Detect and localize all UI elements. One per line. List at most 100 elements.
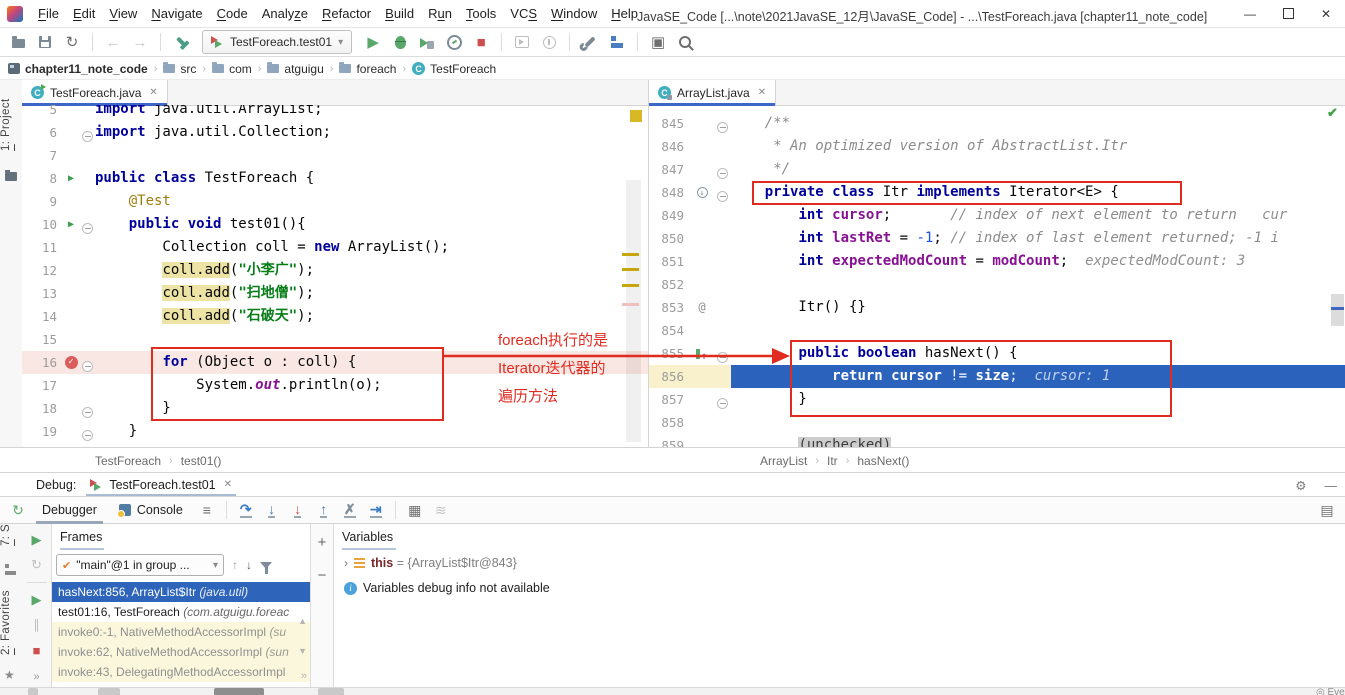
remove-watch-icon[interactable]: − bbox=[318, 567, 327, 584]
breakpoint-icon[interactable]: ✓ bbox=[64, 356, 78, 369]
fold-icon[interactable] bbox=[717, 191, 728, 202]
breadcrumb-item-atguigu[interactable]: atguigu bbox=[267, 61, 324, 76]
layout-menu-icon[interactable]: ≡ bbox=[195, 499, 219, 521]
run-method-icon[interactable]: ▶ bbox=[68, 167, 74, 190]
expander-icon[interactable]: › bbox=[344, 556, 348, 570]
code-line-851[interactable]: 851 int expectedModCount = modCount; exp… bbox=[649, 250, 1345, 273]
forward-icon[interactable]: → bbox=[128, 31, 152, 53]
code-line-19[interactable]: 19 } bbox=[22, 420, 648, 443]
menu-analyze[interactable]: Analyze bbox=[255, 6, 315, 21]
rerun-failed-icon[interactable]: ▶ bbox=[29, 532, 45, 548]
warning-stripe-mark[interactable] bbox=[622, 253, 639, 256]
step-out-icon[interactable]: ↑ bbox=[312, 499, 336, 521]
fold-icon[interactable] bbox=[717, 168, 728, 179]
code-line-14[interactable]: 14 coll.add("石破天"); bbox=[22, 305, 648, 328]
code-line-853[interactable]: 853 @ Itr() {} bbox=[649, 296, 1345, 319]
menu-build[interactable]: Build bbox=[378, 6, 421, 21]
close-session-icon[interactable]: ✕ bbox=[224, 479, 232, 490]
menu-run[interactable]: Run bbox=[421, 6, 459, 21]
inspections-ok-icon[interactable]: ✔ bbox=[1327, 105, 1338, 121]
resume-icon[interactable]: ▶ bbox=[29, 592, 45, 608]
breadcrumb-item-testforeach[interactable]: C TestForeach bbox=[412, 62, 496, 76]
stop-icon[interactable]: ■ bbox=[469, 31, 493, 53]
menu-refactor[interactable]: Refactor bbox=[315, 6, 378, 21]
warning-stripe-mark[interactable] bbox=[622, 284, 639, 287]
fold-icon[interactable] bbox=[82, 361, 93, 372]
back-icon[interactable]: ← bbox=[101, 31, 125, 53]
open-icon[interactable] bbox=[6, 31, 30, 53]
override-icon[interactable]: ↓ bbox=[696, 187, 708, 198]
frames-list[interactable]: hasNext:856, ArrayList$Itr (java.util) te… bbox=[52, 582, 310, 687]
code-line-11[interactable]: 11 Collection coll = new ArrayList(); bbox=[22, 236, 648, 259]
step-over-icon[interactable]: ↷ bbox=[234, 499, 258, 521]
menu-vcs[interactable]: VCS bbox=[503, 6, 544, 21]
fold-icon[interactable] bbox=[82, 223, 93, 234]
menu-file[interactable]: File bbox=[31, 6, 66, 21]
code-line-852[interactable]: 852 bbox=[649, 273, 1345, 296]
menu-window[interactable]: Window bbox=[544, 6, 604, 21]
code-line-850[interactable]: 850 int lastRet = -1; // index of last e… bbox=[649, 227, 1345, 250]
search-icon[interactable] bbox=[673, 31, 697, 53]
run-icon[interactable]: ▶ bbox=[361, 31, 385, 53]
code-line-854[interactable]: 854 bbox=[649, 319, 1345, 342]
breadcrumb-item-src[interactable]: src bbox=[163, 61, 196, 76]
filter-funnel-icon[interactable] bbox=[260, 561, 272, 574]
toolwindow-button-project[interactable]: 1: Project bbox=[0, 86, 22, 164]
settings-wrench-icon[interactable] bbox=[578, 31, 602, 53]
warning-stripe-mark[interactable] bbox=[622, 268, 639, 271]
run-config-select[interactable]: TestForeach.test01 ▾ bbox=[202, 30, 353, 54]
scroll-up-icon[interactable]: ▲ bbox=[298, 616, 307, 626]
fold-icon[interactable] bbox=[717, 352, 728, 363]
code-line-845[interactable]: 845 /** bbox=[649, 112, 1345, 135]
add-watch-icon[interactable]: + bbox=[318, 534, 327, 551]
breadcrumb-label[interactable]: ArrayList bbox=[760, 454, 807, 468]
scrollbar-thumb[interactable] bbox=[626, 180, 641, 442]
evaluate-expression-icon[interactable]: ▦ bbox=[403, 499, 427, 521]
run-method-icon[interactable]: ▶ bbox=[68, 213, 74, 236]
step-into-icon[interactable]: ↓ bbox=[260, 499, 284, 521]
breadcrumb-item-chapter11_note_code[interactable]: chapter11_note_code bbox=[8, 62, 148, 76]
event-log-button[interactable]: ◎ Event Lo bbox=[1316, 688, 1345, 695]
project-structure-icon[interactable] bbox=[605, 31, 629, 53]
debug-toolwindow-button[interactable] bbox=[214, 688, 264, 695]
warning-stripe-square[interactable] bbox=[630, 110, 642, 122]
profiler-icon[interactable] bbox=[442, 31, 466, 53]
breadcrumb-label[interactable]: TestForeach bbox=[95, 454, 161, 468]
more-icon[interactable]: » bbox=[301, 670, 307, 682]
stack-frame[interactable]: hasNext:856, ArrayList$Itr (java.util) bbox=[52, 582, 310, 602]
rerun-icon[interactable]: ↻ bbox=[6, 499, 30, 521]
frame-down-icon[interactable]: ↓ bbox=[246, 558, 252, 572]
stack-frame[interactable]: test01:16, TestForeach (com.atguigu.fore… bbox=[52, 602, 310, 622]
thread-selector[interactable]: ✔ "main"@1 in group ... ▾ bbox=[56, 554, 224, 576]
code-line-10[interactable]: 10 ▶ public void test01(){ bbox=[22, 213, 648, 236]
hide-panel-icon[interactable]: — bbox=[1325, 479, 1338, 493]
breadcrumb-left-editor[interactable]: TestForeach › test01() bbox=[95, 448, 221, 473]
settings-gear-icon[interactable]: ⚙ bbox=[1295, 478, 1306, 493]
fold-icon[interactable] bbox=[82, 131, 93, 142]
menu-edit[interactable]: Edit bbox=[66, 6, 102, 21]
stack-frame[interactable]: invoke:43, DelegatingMethodAccessorImpl bbox=[52, 662, 310, 682]
more-icon[interactable]: » bbox=[29, 669, 45, 685]
code-line-5[interactable]: 5 import java.util.ArrayList; bbox=[22, 105, 648, 121]
menu-view[interactable]: View bbox=[102, 6, 144, 21]
minimize-icon[interactable]: — bbox=[1231, 0, 1269, 27]
tab-testforeach-java[interactable]: C TestForeach.java ✕ bbox=[22, 80, 168, 106]
code-line-9[interactable]: 9 @Test bbox=[22, 190, 648, 213]
code-line-847[interactable]: 847 */ bbox=[649, 158, 1345, 181]
run-to-cursor-icon[interactable]: ⇥ bbox=[364, 499, 388, 521]
restore-layout-icon[interactable]: ▤ bbox=[1315, 499, 1339, 521]
build-hammer-icon[interactable] bbox=[169, 31, 193, 53]
code-line-12[interactable]: 12 coll.add("小李广"); bbox=[22, 259, 648, 282]
stop-debug-icon[interactable]: ■ bbox=[29, 642, 45, 658]
menu-code[interactable]: Code bbox=[210, 6, 255, 21]
code-line-6[interactable]: 6 import java.util.Collection; bbox=[22, 121, 648, 144]
code-line-13[interactable]: 13 coll.add("扫地僧"); bbox=[22, 282, 648, 305]
stack-frame[interactable]: invoke0:-1, NativeMethodAccessorImpl (su bbox=[52, 622, 310, 642]
fold-icon[interactable] bbox=[82, 430, 93, 441]
fold-icon[interactable] bbox=[717, 122, 728, 133]
fold-icon[interactable] bbox=[82, 407, 93, 418]
coverage-icon[interactable] bbox=[415, 31, 439, 53]
toolwindow-icon[interactable]: ▣ bbox=[646, 31, 670, 53]
toolwindow-button-favorites[interactable]: 2: Favorites bbox=[0, 580, 22, 666]
debug-session-tab[interactable]: TestForeach.test01 ✕ bbox=[86, 473, 236, 496]
